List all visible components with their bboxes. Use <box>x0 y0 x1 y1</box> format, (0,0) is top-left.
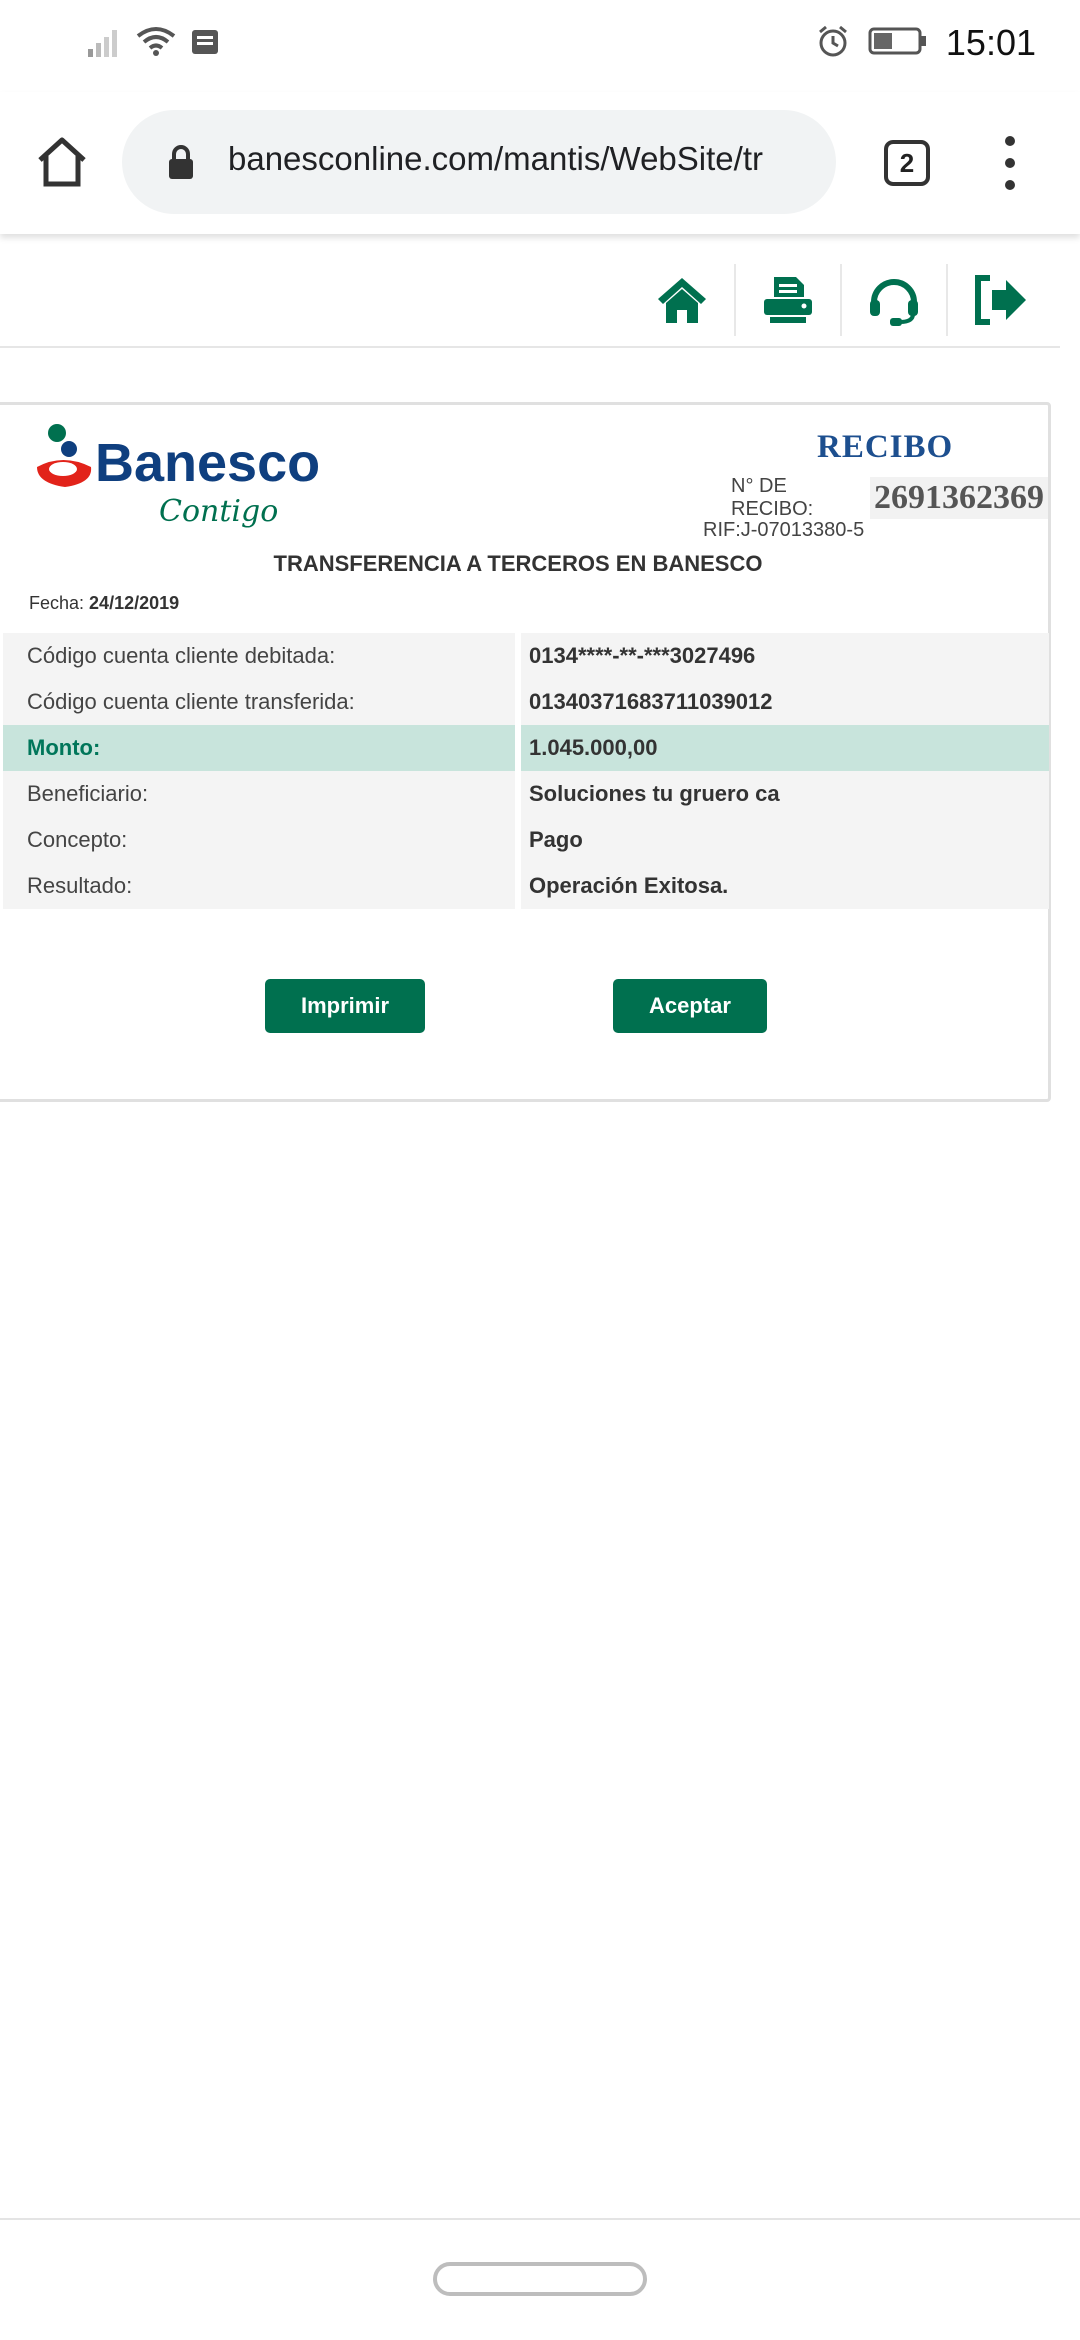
printer-icon[interactable] <box>736 264 842 336</box>
nav-divider <box>0 2218 1080 2220</box>
row-label: Código cuenta cliente transferida: <box>3 679 515 725</box>
logout-icon[interactable] <box>948 264 1054 336</box>
browser-toolbar: banesconline.com/mantis/WebSite/tr 2 <box>0 92 1080 234</box>
table-row: Código cuenta cliente transferida: 01340… <box>3 679 1049 725</box>
banesco-logo: Banesco Contigo <box>33 417 333 547</box>
row-value: Operación Exitosa. <box>521 863 1049 909</box>
signal-icon <box>86 27 122 62</box>
print-button[interactable]: Imprimir <box>265 979 425 1033</box>
date-label: Fecha: <box>29 593 85 613</box>
row-label: Monto: <box>3 725 515 771</box>
receipt-title: RECIBO <box>817 429 954 465</box>
lock-icon <box>166 144 196 185</box>
row-value: 1.045.000,00 <box>521 725 1049 771</box>
transaction-title: TRANSFERENCIA A TERCEROS EN BANESCO <box>273 551 763 576</box>
notification-icon <box>190 28 220 61</box>
row-value: Pago <box>521 817 1049 863</box>
amount-row: Monto: 1.045.000,00 <box>3 725 1049 771</box>
row-label: Concepto: <box>3 817 515 863</box>
row-value: 01340371683711039012 <box>521 679 1049 725</box>
accept-button[interactable]: Aceptar <box>613 979 767 1033</box>
table-row: Concepto: Pago <box>3 817 1049 863</box>
tab-switcher-button[interactable]: 2 <box>884 140 930 186</box>
row-value: 0134****-**-***3027496 <box>521 633 1049 679</box>
gesture-home-bar[interactable] <box>433 2262 647 2296</box>
table-row: Beneficiario: Soluciones tu gruero ca <box>3 771 1049 817</box>
browser-menu-icon[interactable] <box>996 136 1024 190</box>
receipt-number-row: N° DE RECIBO: 2691362369 <box>731 475 1048 521</box>
site-home-icon[interactable] <box>630 264 736 336</box>
row-label: Beneficiario: <box>3 771 515 817</box>
battery-icon <box>868 26 928 61</box>
support-headset-icon[interactable] <box>842 264 948 336</box>
table-row: Resultado: Operación Exitosa. <box>3 863 1049 909</box>
row-value: Soluciones tu gruero ca <box>521 771 1049 817</box>
alarm-icon <box>816 24 850 63</box>
status-bar: 15:01 <box>0 0 1080 92</box>
table-row: Código cuenta cliente debitada: 0134****… <box>3 633 1049 679</box>
wifi-icon <box>136 26 176 63</box>
receipt-number-label: N° DE RECIBO: <box>731 475 814 520</box>
date-value: 24/12/2019 <box>89 593 180 613</box>
logo-tagline: Contigo <box>159 494 278 529</box>
date-line: Fecha: 24/12/2019 <box>29 593 179 614</box>
site-toolbar <box>0 234 1060 348</box>
browser-home-icon[interactable] <box>34 134 90 190</box>
address-bar[interactable]: banesconline.com/mantis/WebSite/tr <box>122 110 836 214</box>
receipt-number: 2691362369 <box>870 477 1048 519</box>
receipt-card: Banesco Contigo RECIBO N° DE RECIBO: 269… <box>0 402 1051 1102</box>
row-label: Resultado: <box>3 863 515 909</box>
row-label: Código cuenta cliente debitada: <box>3 633 515 679</box>
receipt-details: Código cuenta cliente debitada: 0134****… <box>3 633 1049 909</box>
rif-text: RIF:J-07013380-5 <box>703 519 865 541</box>
url-text[interactable]: banesconline.com/mantis/WebSite/tr <box>228 140 818 178</box>
clock-time: 15:01 <box>945 22 1036 63</box>
logo-wordmark: Banesco <box>95 433 320 493</box>
